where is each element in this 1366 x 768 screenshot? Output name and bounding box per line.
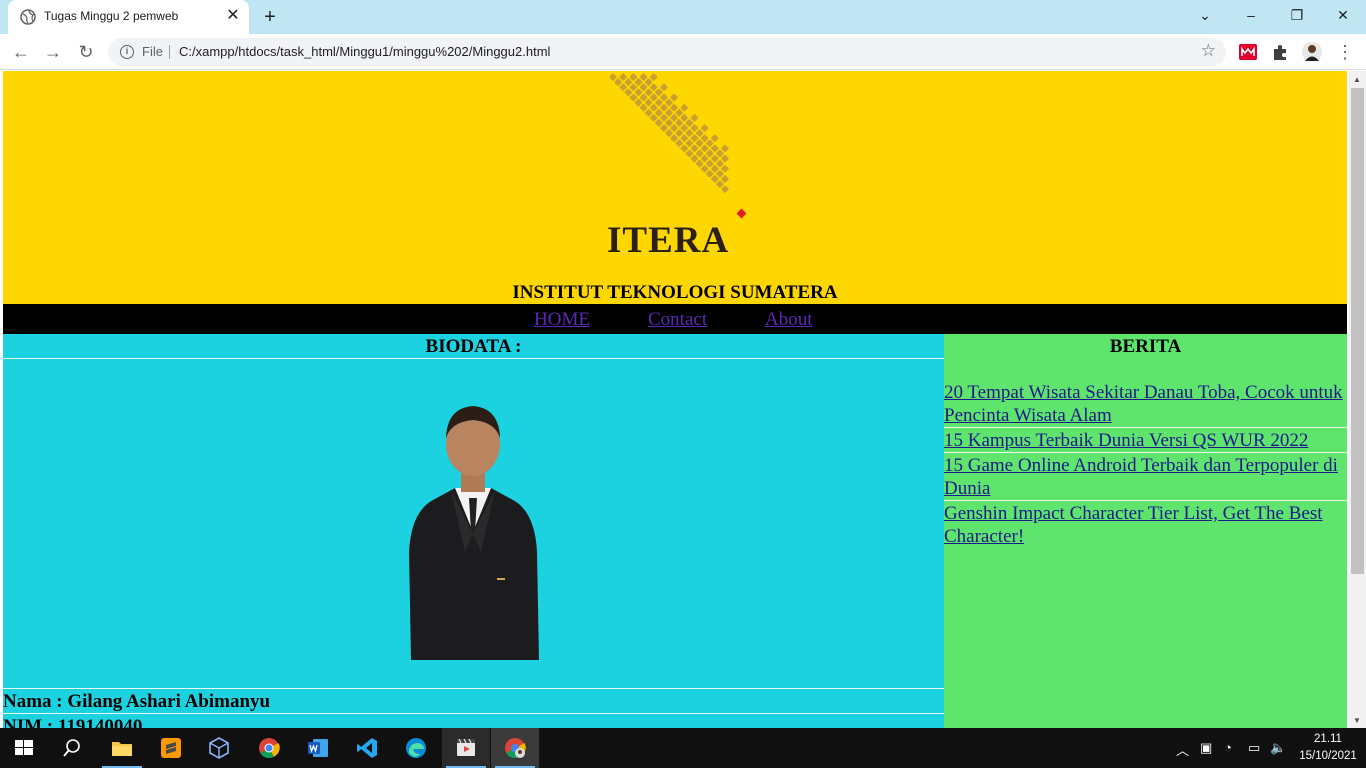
logo-text: ITERA bbox=[607, 220, 730, 261]
scroll-thumb[interactable] bbox=[1351, 88, 1364, 574]
site-header: ITERA INSTITUT TEKNOLOGI SUMATERA bbox=[3, 71, 1347, 304]
minimize-button[interactable]: – bbox=[1228, 0, 1274, 30]
media-player-icon bbox=[457, 738, 475, 756]
news-title: BERITA bbox=[1109, 336, 1182, 357]
url-separator bbox=[169, 45, 170, 59]
windows-taskbar: ︿ ▣ ◔ ▭ 🔈 21.11 15/10/2021 bbox=[0, 728, 1366, 768]
reload-button[interactable]: ↻ bbox=[74, 40, 98, 64]
taskbar-media-player[interactable] bbox=[442, 728, 490, 768]
divider bbox=[3, 688, 944, 689]
news-section: BERITA 20 Tempat Wisata Sekitar Danau To… bbox=[944, 334, 1347, 728]
taskbar-sublime-text[interactable] bbox=[147, 728, 195, 768]
institution-name: INSTITUT TEKNOLOGI SUMATERA bbox=[512, 282, 838, 303]
news-link[interactable]: 15 Kampus Terbaik Dunia Versi QS WUR 202… bbox=[944, 429, 1347, 452]
page-viewport: ITERA INSTITUT TEKNOLOGI SUMATERA HOME C… bbox=[0, 71, 1349, 728]
extension-red-icon[interactable] bbox=[1238, 42, 1258, 62]
close-window-button[interactable]: ✕ bbox=[1320, 0, 1366, 30]
chrome-icon bbox=[259, 738, 280, 759]
tab-title: Tugas Minggu 2 pemweb bbox=[44, 9, 179, 23]
file-explorer-icon bbox=[112, 742, 132, 756]
back-button[interactable]: ← bbox=[9, 40, 33, 64]
taskbar-chrome-profile[interactable] bbox=[491, 728, 539, 768]
taskbar-vscode[interactable] bbox=[343, 728, 391, 768]
nav-home-link[interactable]: HOME bbox=[534, 309, 590, 331]
restore-button[interactable]: ❐ bbox=[1274, 0, 1320, 30]
divider bbox=[3, 713, 944, 714]
browser-toolbar: ← → ↻ i File C:/xampp/htdocs/task_html/M… bbox=[0, 34, 1366, 70]
divider bbox=[944, 500, 1347, 501]
vertical-scrollbar[interactable]: ▲ ▼ bbox=[1349, 71, 1366, 728]
edge-icon bbox=[406, 738, 426, 758]
news-link[interactable]: 20 Tempat Wisata Sekitar Danau Toba, Coc… bbox=[944, 381, 1347, 427]
battery-icon[interactable]: ▭ bbox=[1248, 740, 1260, 756]
clock-time: 21.11 bbox=[1314, 733, 1342, 745]
url-text[interactable]: C:/xampp/htdocs/task_html/Minggu1/minggu… bbox=[179, 44, 550, 59]
scroll-down-icon[interactable]: ▼ bbox=[1353, 716, 1361, 725]
taskbar-edge[interactable] bbox=[392, 728, 440, 768]
windows-start-icon bbox=[15, 740, 33, 755]
wifi-icon[interactable]: ◔ bbox=[1224, 740, 1232, 755]
nav-contact-link[interactable]: Contact bbox=[648, 309, 707, 331]
taskbar-chrome[interactable] bbox=[245, 728, 293, 768]
bio-name: Nama : Gilang Ashari Abimanyu bbox=[3, 691, 271, 712]
divider bbox=[3, 358, 944, 359]
bio-nim: NIM : 119140040 bbox=[3, 716, 143, 728]
scroll-up-icon[interactable]: ▲ bbox=[1353, 75, 1361, 84]
start-button[interactable] bbox=[0, 728, 48, 768]
biodata-title: BIODATA : bbox=[425, 336, 522, 357]
tray-device-icon[interactable]: ▣ bbox=[1200, 740, 1212, 756]
divider bbox=[944, 452, 1347, 453]
news-link[interactable]: 15 Game Online Android Terbaik dan Terpo… bbox=[944, 454, 1347, 500]
search-icon bbox=[63, 739, 80, 757]
globe-icon bbox=[20, 9, 36, 25]
address-bar[interactable]: i File C:/xampp/htdocs/task_html/Minggu1… bbox=[108, 38, 1226, 66]
browser-titlebar: Tugas Minggu 2 pemweb ✕ + ⌄ – ❐ ✕ bbox=[0, 0, 1366, 34]
site-nav: HOME Contact About bbox=[3, 304, 1347, 334]
tray-chevron-icon[interactable]: ︿ bbox=[1176, 740, 1189, 759]
vscode-icon bbox=[357, 738, 377, 758]
profile-photo bbox=[409, 406, 539, 660]
taskbar-file-explorer[interactable] bbox=[98, 728, 146, 768]
info-icon[interactable]: i bbox=[120, 45, 134, 59]
taskbar-search-button[interactable] bbox=[48, 728, 96, 768]
tab-close-icon[interactable]: ✕ bbox=[224, 7, 242, 25]
url-scheme-label: File bbox=[142, 44, 163, 59]
virtualbox-icon bbox=[209, 737, 229, 759]
new-tab-button[interactable]: + bbox=[258, 5, 282, 29]
extensions-puzzle-icon[interactable] bbox=[1270, 42, 1290, 62]
word-icon bbox=[308, 739, 328, 757]
bookmark-star-icon[interactable]: ☆ bbox=[1201, 41, 1216, 61]
volume-icon[interactable]: 🔈 bbox=[1270, 740, 1286, 756]
tab-search-icon[interactable]: ⌄ bbox=[1182, 0, 1228, 30]
divider bbox=[944, 427, 1347, 428]
profile-avatar[interactable] bbox=[1302, 42, 1322, 62]
chrome-profile-icon bbox=[505, 738, 526, 759]
taskbar-clock[interactable]: 21.11 15/10/2021 bbox=[1296, 731, 1360, 765]
browser-tab[interactable]: Tugas Minggu 2 pemweb ✕ bbox=[8, 0, 249, 34]
clock-date: 15/10/2021 bbox=[1299, 750, 1357, 762]
taskbar-virtualbox[interactable] bbox=[195, 728, 243, 768]
news-link[interactable]: Genshin Impact Character Tier List, Get … bbox=[944, 502, 1347, 548]
forward-button[interactable]: → bbox=[41, 40, 65, 64]
chrome-menu-icon[interactable]: ⋮ bbox=[1333, 40, 1357, 64]
biodata-section: BIODATA : Nama : Gilang Ashari Abimanyu … bbox=[3, 334, 944, 728]
nav-about-link[interactable]: About bbox=[765, 309, 813, 331]
sublime-text-icon bbox=[161, 738, 181, 758]
taskbar-word[interactable] bbox=[294, 728, 342, 768]
